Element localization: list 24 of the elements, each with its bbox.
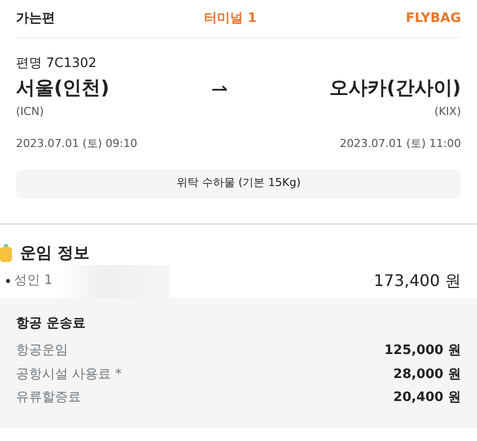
fee-label: 유류할증료 xyxy=(16,389,81,407)
departure-datetime: 2023.07.01 (토) 09:10 xyxy=(16,136,138,152)
section-title: 가는편 xyxy=(16,10,55,28)
fee-label: 공항시설 사용료 * xyxy=(16,366,122,384)
arrival-datetime: 2023.07.01 (토) 11:00 xyxy=(340,136,461,152)
arrival-code: (KIX) xyxy=(434,104,461,120)
fee-amount: 125,000 원 xyxy=(384,342,461,360)
suitcase-icon xyxy=(0,244,12,262)
bullet-icon xyxy=(6,279,10,283)
fare-type-label: FLYBAG xyxy=(406,10,461,28)
fare-title: 운임 정보 xyxy=(20,242,90,264)
total-amount: 173,400 원 xyxy=(374,270,461,292)
arrow-icon: ⇀ xyxy=(211,74,228,104)
flight-number: 편명 7C1302 xyxy=(16,55,98,73)
breakdown-title: 항공 운송료 xyxy=(16,314,87,332)
passenger-label: 성인 1 xyxy=(14,272,52,290)
fee-amount: 20,400 원 xyxy=(393,389,461,407)
baggage-info: 위탁 수하물 (기본 15Kg) xyxy=(16,168,461,198)
departure-code: (ICN) xyxy=(16,104,44,120)
arrival-city: 오사카(간사이) xyxy=(330,77,461,100)
terminal-label: 터미널 1 xyxy=(204,10,257,28)
departure-city: 서울(인천) xyxy=(16,77,110,100)
fee-label: 항공운임 xyxy=(16,342,68,360)
fee-amount: 28,000 원 xyxy=(393,366,461,384)
